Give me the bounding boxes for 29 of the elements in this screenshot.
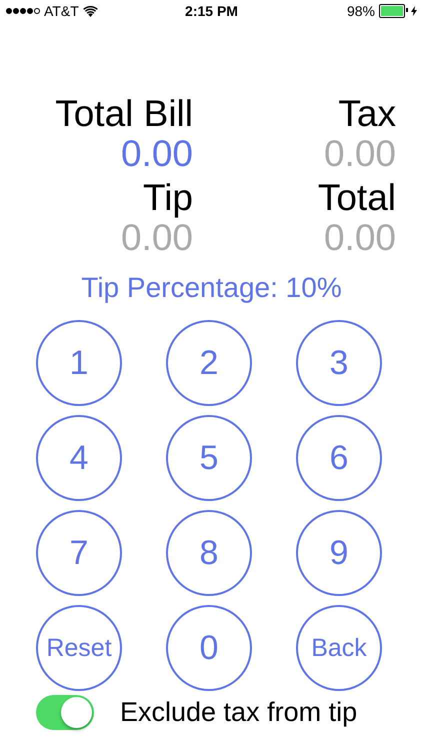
battery-icon <box>378 4 405 18</box>
tip-percentage: Tip Percentage: 10% <box>80 272 343 304</box>
key-button[interactable]: 0 <box>166 605 252 691</box>
field-value[interactable]: 0.00 <box>38 134 193 174</box>
field-label: Tip <box>142 178 193 218</box>
key-button[interactable]: Back <box>296 605 382 691</box>
key-button[interactable]: 2 <box>166 320 252 406</box>
toggle-label: Exclude tax from tip <box>120 697 358 728</box>
carrier-name: AT&T <box>44 3 79 19</box>
key-button[interactable]: 9 <box>296 510 382 596</box>
toggle-switch[interactable] <box>36 695 94 730</box>
key-button[interactable]: 3 <box>296 320 382 406</box>
key-button[interactable]: 7 <box>36 510 122 596</box>
key-button[interactable]: 8 <box>166 510 252 596</box>
key-button[interactable]: 5 <box>166 415 252 501</box>
key-button[interactable]: 4 <box>36 415 122 501</box>
field-value[interactable]: 0.00 <box>38 218 193 258</box>
field-label: Total <box>316 178 396 218</box>
field-label: Total Bill <box>54 94 193 134</box>
field-value[interactable]: 0.00 <box>241 218 396 258</box>
key-button[interactable]: 6 <box>296 415 382 501</box>
field-value[interactable]: 0.00 <box>241 134 396 174</box>
battery-percent: 98% <box>346 3 375 19</box>
field-label: Tax <box>337 94 396 134</box>
key-button[interactable]: Reset <box>36 605 122 691</box>
clock-time: 2:15 PM <box>185 3 238 19</box>
signal-icon <box>6 8 40 14</box>
wifi-icon <box>82 6 98 16</box>
key-button[interactable]: 1 <box>36 320 122 406</box>
